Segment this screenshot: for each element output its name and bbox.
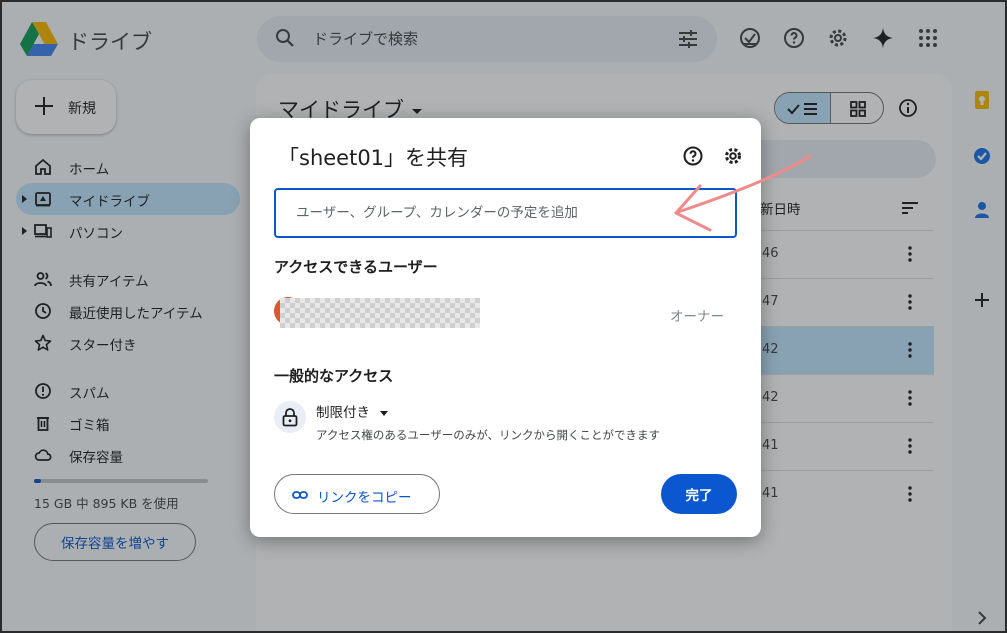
help-icon[interactable] bbox=[682, 145, 704, 167]
done-button[interactable]: 完了 bbox=[661, 474, 737, 514]
redacted-user-info bbox=[280, 298, 480, 328]
users-with-access-heading: アクセスできるユーザー bbox=[274, 258, 438, 276]
link-icon bbox=[292, 491, 308, 499]
copy-link-label: リンクをコピー bbox=[317, 490, 412, 506]
dialog-title: 「sheet01」を共有 bbox=[278, 146, 469, 170]
settings-icon[interactable] bbox=[722, 145, 744, 167]
general-access-value: 制限付き bbox=[316, 405, 370, 421]
lock-icon bbox=[282, 408, 298, 427]
lock-icon-wrap bbox=[274, 401, 306, 433]
owner-role-label: オーナー bbox=[670, 309, 724, 325]
copy-link-button[interactable]: リンクをコピー bbox=[274, 474, 440, 514]
window: ドライブ ドライブで検索 新規 ホーム マイドライブ パソコン 共有アイテム 最… bbox=[0, 0, 1007, 633]
general-access-dropdown[interactable]: 制限付き bbox=[316, 401, 388, 421]
share-dialog: 「sheet01」を共有 アクセスできるユーザー オーナー 一般的なアクセス 制… bbox=[250, 118, 761, 537]
add-people-input[interactable] bbox=[274, 188, 737, 238]
general-access-heading: 一般的なアクセス bbox=[274, 367, 394, 385]
general-access-description: アクセス権のあるユーザーのみが、リンクから開くことができます bbox=[316, 428, 660, 442]
dropdown-caret-icon bbox=[380, 410, 388, 416]
